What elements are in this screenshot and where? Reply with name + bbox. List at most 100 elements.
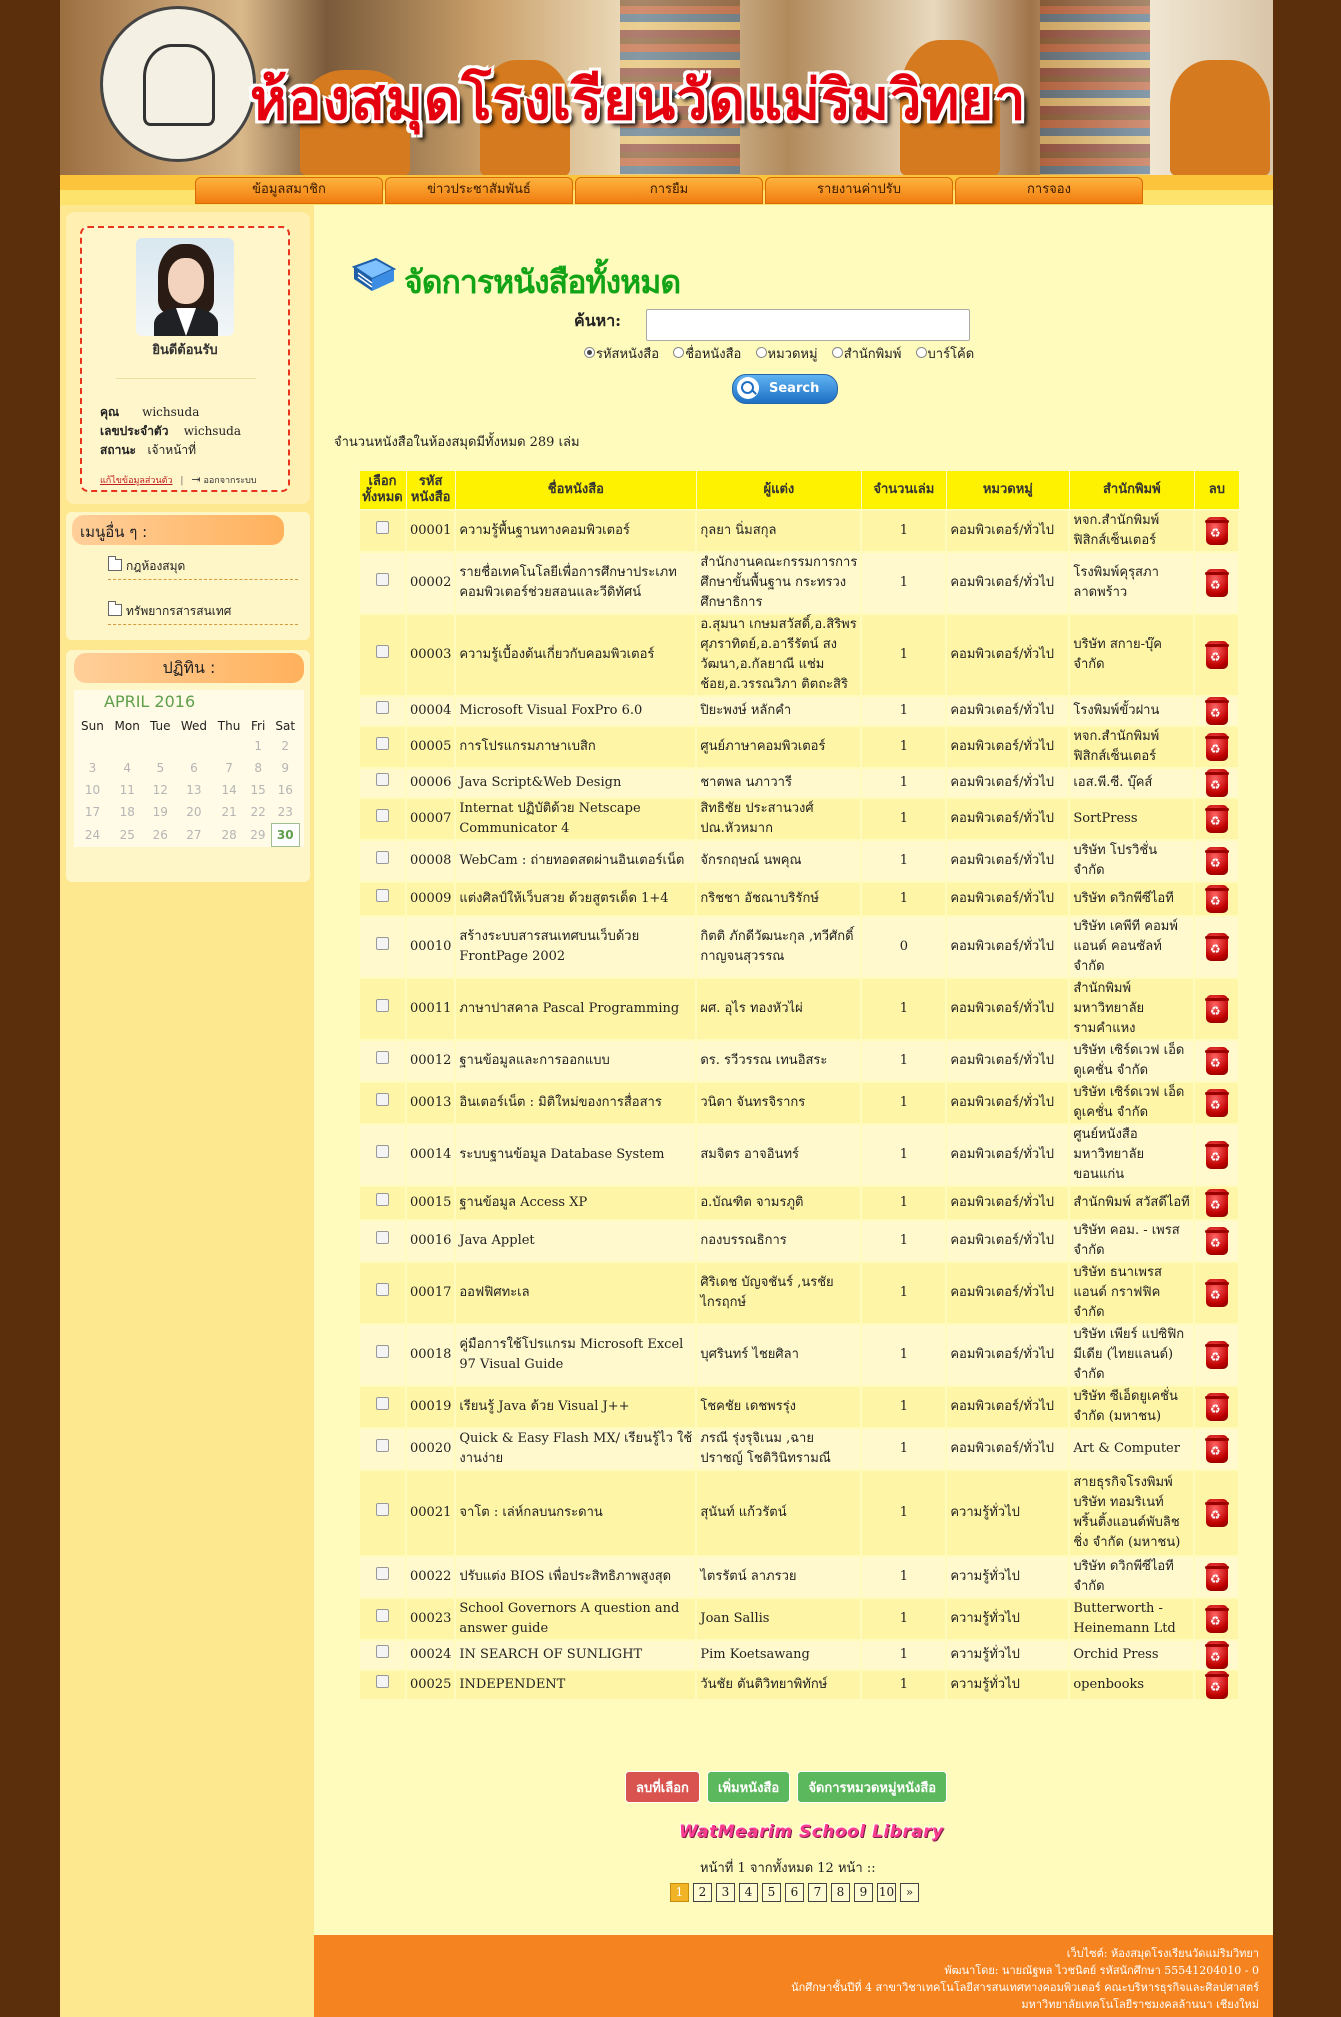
row-checkbox[interactable] [376,1193,389,1206]
delete-bin-icon[interactable] [1204,1141,1229,1169]
delete-bin-icon[interactable] [1204,733,1229,761]
row-checkbox[interactable] [376,1051,389,1064]
radio-button[interactable] [755,347,767,358]
next-page-button[interactable]: » [900,1883,919,1902]
calendar-date[interactable]: 17 [76,801,109,824]
delete-bin-icon[interactable] [1204,1671,1229,1699]
delete-bin-icon[interactable] [1204,1341,1229,1369]
calendar-date[interactable]: 24 [76,824,109,847]
page-button[interactable]: 9 [854,1883,873,1902]
page-button[interactable]: 3 [716,1883,735,1902]
row-checkbox[interactable] [376,1283,389,1296]
calendar-date[interactable]: 20 [175,801,213,824]
delete-bin-icon[interactable] [1204,1089,1229,1117]
delete-selected-button[interactable]: ลบที่เลือก [625,1771,700,1803]
menu-link-library-rules[interactable]: กฎห้องสมุด [108,556,298,580]
row-checkbox[interactable] [376,773,389,786]
calendar-date[interactable]: 22 [245,801,271,824]
calendar-date[interactable]: 12 [145,779,175,801]
row-checkbox[interactable] [376,1093,389,1106]
delete-bin-icon[interactable] [1204,1227,1229,1255]
radio-button[interactable] [673,347,685,358]
page-button[interactable]: 6 [785,1883,804,1902]
delete-bin-icon[interactable] [1204,1393,1229,1421]
row-checkbox[interactable] [376,1609,389,1622]
page-button[interactable]: 5 [762,1883,781,1902]
delete-bin-icon[interactable] [1204,995,1229,1023]
calendar-date[interactable]: 13 [175,779,213,801]
page-button[interactable]: 4 [739,1883,758,1902]
delete-bin-icon[interactable] [1204,517,1229,545]
row-checkbox[interactable] [376,999,389,1012]
row-checkbox[interactable] [376,573,389,586]
row-checkbox[interactable] [376,1567,389,1580]
delete-bin-icon[interactable] [1204,805,1229,833]
delete-bin-icon[interactable] [1204,1435,1229,1463]
calendar-date[interactable]: 4 [109,757,146,779]
row-checkbox[interactable] [376,809,389,822]
row-checkbox[interactable] [376,889,389,902]
calendar-date[interactable]: 8 [245,757,271,779]
row-checkbox[interactable] [376,737,389,750]
delete-bin-icon[interactable] [1204,933,1229,961]
row-checkbox[interactable] [376,1645,389,1658]
calendar-date[interactable]: 14 [213,779,246,801]
calendar-date[interactable]: 27 [175,824,213,847]
menu-news[interactable]: ข่าวประชาสัมพันธ์ [385,177,573,204]
radio-button[interactable] [584,347,595,358]
delete-bin-icon[interactable] [1204,1279,1229,1307]
calendar-date[interactable]: 30 [270,823,300,847]
row-checkbox[interactable] [376,1503,389,1516]
row-checkbox[interactable] [376,1231,389,1244]
calendar-date[interactable]: 28 [213,824,246,847]
menu-reservation[interactable]: การจอง [955,177,1143,204]
delete-bin-icon[interactable] [1204,885,1229,913]
row-checkbox[interactable] [376,701,389,714]
row-checkbox[interactable] [376,1345,389,1358]
logout-link[interactable]: ออกจากระบบ [203,476,256,486]
logout-icon[interactable]: ⇥ [191,473,200,486]
calendar-date[interactable]: 6 [175,757,213,779]
delete-bin-icon[interactable] [1204,697,1229,725]
calendar-date[interactable]: 9 [271,757,300,779]
delete-bin-icon[interactable] [1204,1499,1229,1527]
calendar-date[interactable]: 23 [271,801,300,824]
menu-fine-report[interactable]: รายงานค่าปรับ [765,177,953,204]
delete-bin-icon[interactable] [1204,641,1229,669]
calendar-date[interactable]: 19 [145,801,175,824]
radio-button[interactable] [915,347,927,358]
calendar-date[interactable]: 29 [245,824,271,847]
radio-button[interactable] [831,347,843,358]
search-type-title[interactable]: ชื่อหนังสือ [673,347,741,362]
delete-bin-icon[interactable] [1204,1189,1229,1217]
calendar-date[interactable]: 16 [271,779,300,801]
row-checkbox[interactable] [376,1675,389,1688]
page-button[interactable]: 10 [877,1883,896,1902]
delete-bin-icon[interactable] [1204,1047,1229,1075]
search-button[interactable]: Search [732,374,838,404]
calendar-date[interactable]: 10 [76,779,109,801]
delete-bin-icon[interactable] [1204,569,1229,597]
delete-bin-icon[interactable] [1204,847,1229,875]
calendar-date[interactable]: 1 [245,735,271,757]
search-type-code[interactable]: รหัสหนังสือ [584,347,659,362]
calendar-date[interactable]: 21 [213,801,246,824]
calendar-date[interactable]: 25 [109,824,146,847]
delete-bin-icon[interactable] [1204,1605,1229,1633]
menu-link-information-resources[interactable]: ทรัพยากรสารสนเทศ [108,601,298,625]
calendar-date[interactable]: 2 [271,735,300,757]
row-checkbox[interactable] [376,1145,389,1158]
calendar-date[interactable]: 15 [245,779,271,801]
add-book-button[interactable]: เพิ่มหนังสือ [707,1771,791,1803]
calendar-date[interactable]: 3 [76,757,109,779]
row-checkbox[interactable] [376,937,389,950]
row-checkbox[interactable] [376,645,389,658]
search-input[interactable] [646,309,970,341]
delete-bin-icon[interactable] [1204,1641,1229,1669]
search-type-publisher[interactable]: สำนักพิมพ์ [831,347,901,362]
delete-bin-icon[interactable] [1204,769,1229,797]
search-type-category[interactable]: หมวดหมู่ [755,347,818,362]
header-select-all[interactable]: เลือกทั้งหมด [358,470,407,511]
search-type-barcode[interactable]: บาร์โค้ด [915,347,974,362]
calendar-date[interactable]: 11 [109,779,146,801]
